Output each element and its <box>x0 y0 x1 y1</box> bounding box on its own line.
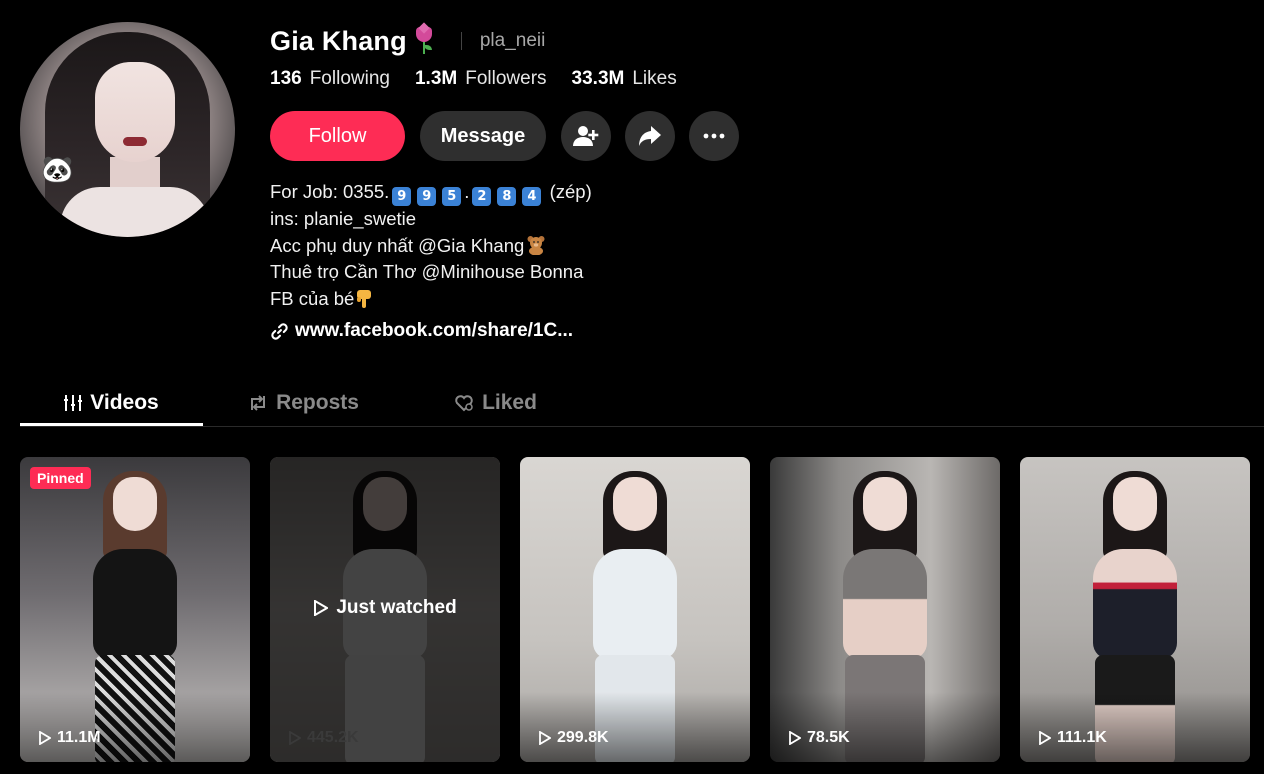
bio-line-fb: FB của bé <box>270 286 592 313</box>
video-card[interactable]: 111.1K <box>1020 457 1250 762</box>
person-add-icon <box>573 126 599 146</box>
play-outline-icon <box>314 600 329 616</box>
video-grid: Pinned 11.1M Just watched 445.2K 299.8K … <box>20 457 1250 762</box>
username: pla_neii <box>479 30 546 51</box>
stat-label: Following <box>309 68 390 89</box>
view-count: 111.1K <box>1038 729 1107 747</box>
view-count-text: 299.8K <box>557 729 609 746</box>
heart-outline-icon <box>455 394 473 411</box>
link-text: www.facebook.com/share/1C... <box>295 320 574 341</box>
keycap-digit: 4 <box>522 187 542 206</box>
bio-line-rental: Thuê trọ Cần Thơ @Minihouse Bonna <box>270 261 584 282</box>
play-outline-icon <box>39 731 51 745</box>
view-count: 299.8K <box>538 729 609 747</box>
stat-likes: 33.3M Likes <box>572 68 677 90</box>
profile-actions: Follow Message <box>270 111 739 161</box>
avatar-body <box>60 187 210 237</box>
pinned-badge: Pinned <box>30 467 91 489</box>
grid-bars-icon <box>64 394 83 411</box>
panda-sticker-icon: 🐼 <box>41 155 74 185</box>
stat-value: 1.3M <box>414 68 458 89</box>
view-count-text: 78.5K <box>807 729 850 746</box>
bio-line-job: For Job: 0355. 9 9 5. 2 8 4 (zép) <box>270 179 592 206</box>
profile-avatar[interactable]: 🐼 <box>20 22 235 237</box>
tab-label: Reposts <box>276 390 359 414</box>
avatar-lips <box>123 137 147 146</box>
profile-stats: 136 Following 1.3M Followers 33.3M Likes <box>270 68 702 90</box>
keycap-digit: 8 <box>497 187 517 206</box>
stat-value: 33.3M <box>571 68 625 89</box>
profile-header: Gia Khang pla_neii <box>270 24 545 58</box>
active-tab-indicator <box>20 423 203 426</box>
tab-liked[interactable]: Liked <box>404 380 587 425</box>
bio-text: FB của bé <box>270 287 355 309</box>
share-arrow-icon <box>639 126 661 146</box>
bio-text: . <box>464 181 470 202</box>
share-button[interactable] <box>625 111 675 161</box>
keycap-digit: 5 <box>442 187 462 206</box>
view-count: 11.1M <box>38 729 101 747</box>
view-count-text: 445.2K <box>307 729 359 746</box>
stat-label: Followers <box>465 68 547 89</box>
stat-followers[interactable]: 1.3M Followers <box>415 68 547 90</box>
profile-bio: For Job: 0355. 9 9 5. 2 8 4 (zép) ins: planie_… <box>270 179 592 312</box>
view-count-text: 11.1M <box>57 729 101 746</box>
keycap-digit: 2 <box>472 187 492 206</box>
more-dots-icon <box>703 133 725 139</box>
just-watched-label: Just watched <box>270 597 500 619</box>
play-outline-icon <box>789 731 801 745</box>
tab-videos[interactable]: Videos <box>20 380 203 425</box>
pointing-down-hand-icon <box>357 289 372 308</box>
keycap-digit: 9 <box>417 187 437 206</box>
stat-following[interactable]: 136 Following <box>270 68 390 90</box>
video-card[interactable]: Pinned 11.1M <box>20 457 250 762</box>
tulip-icon <box>413 26 435 56</box>
bio-line-alt-account: Acc phụ duy nhất @Gia Khang <box>270 233 592 260</box>
view-count-text: 111.1K <box>1057 729 1107 746</box>
video-card[interactable]: 78.5K <box>770 457 1000 762</box>
bio-text: (zép) <box>549 181 592 202</box>
play-outline-icon <box>1039 731 1051 745</box>
profile-tabs: Videos Reposts Liked <box>20 380 1264 427</box>
play-outline-icon <box>289 731 301 745</box>
follow-button[interactable]: Follow <box>270 111 405 161</box>
just-watched-text: Just watched <box>336 597 457 618</box>
add-friend-button[interactable] <box>561 111 611 161</box>
bio-text: Acc phụ duy nhất @Gia Khang <box>270 234 525 256</box>
profile-link[interactable]: www.facebook.com/share/1C... <box>270 320 573 342</box>
keycap-digit: 9 <box>392 187 412 206</box>
tab-label: Liked <box>482 390 537 414</box>
view-count: 78.5K <box>788 729 850 747</box>
more-options-button[interactable] <box>689 111 739 161</box>
display-name: Gia Khang <box>270 25 407 56</box>
repost-icon <box>251 394 266 411</box>
message-button[interactable]: Message <box>420 111 546 161</box>
view-count: 445.2K <box>288 729 359 747</box>
teddy-bear-icon <box>527 235 545 255</box>
bio-line-ins: ins: planie_swetie <box>270 208 417 229</box>
link-icon <box>271 322 288 340</box>
bio-text: For Job: 0355. <box>270 181 390 202</box>
stat-value: 136 <box>270 68 302 89</box>
video-card[interactable]: 299.8K <box>520 457 750 762</box>
divider <box>460 32 462 50</box>
video-card[interactable]: Just watched 445.2K <box>270 457 500 762</box>
tab-reposts[interactable]: Reposts <box>212 380 395 425</box>
play-outline-icon <box>539 731 551 745</box>
tab-label: Videos <box>90 390 159 414</box>
avatar-face <box>95 62 175 162</box>
stat-label: Likes <box>632 68 677 89</box>
